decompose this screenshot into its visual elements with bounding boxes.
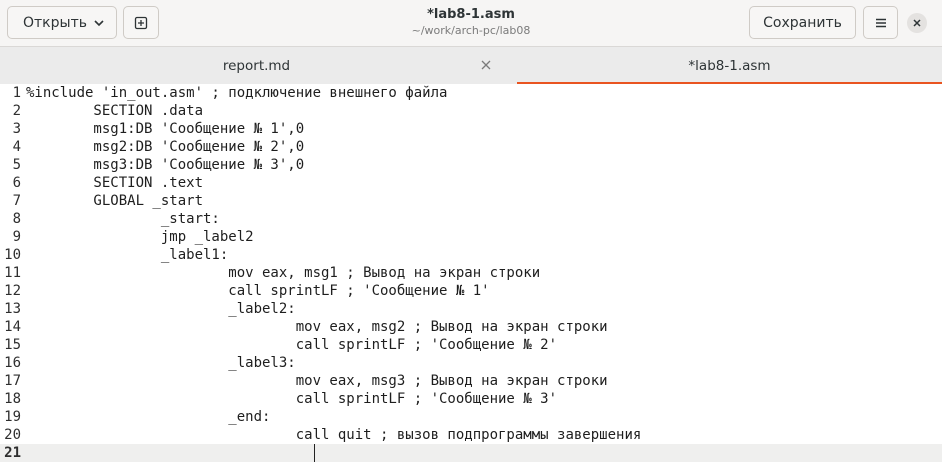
- line-number: 2: [12, 103, 21, 119]
- code-line: 13 _label2:: [0, 300, 942, 318]
- line-text: call sprintLF ; 'Сообщение № 2': [26, 337, 558, 353]
- line-number: 10: [4, 247, 21, 263]
- header-bar: Открыть *lab8-1.asm ~/work/arch-pc/lab08…: [0, 0, 942, 46]
- code-line: 9 jmp _label2: [0, 228, 942, 246]
- code-editor[interactable]: 1 %include 'in_out.asm' ; подключение вне…: [0, 84, 942, 468]
- line-number: 5: [12, 157, 21, 173]
- hamburger-menu-icon: [875, 18, 886, 27]
- line-text: SECTION .text: [26, 175, 204, 191]
- save-button[interactable]: Сохранить: [749, 6, 856, 39]
- line-number: 12: [4, 283, 21, 299]
- line-text: _label1:: [26, 247, 229, 263]
- line-text: _start:: [26, 211, 220, 227]
- code-line: 17 mov eax, msg3 ; Вывод на экран строки: [0, 372, 942, 390]
- code-line: 2 SECTION .data: [0, 102, 942, 120]
- tab-report-md[interactable]: report.md: [0, 47, 513, 84]
- line-number: 16: [4, 355, 21, 371]
- line-text: call sprintLF ; 'Сообщение № 1': [26, 283, 490, 299]
- line-number: 1: [12, 85, 21, 101]
- code-line: 7 GLOBAL _start: [0, 192, 942, 210]
- line-text: msg2:DB 'Сообщение № 2',0: [26, 139, 305, 155]
- code-line: 15 call sprintLF ; 'Сообщение № 2': [0, 336, 942, 354]
- line-number: 9: [12, 229, 21, 245]
- line-text: msg1:DB 'Сообщение № 1',0: [26, 121, 305, 137]
- tab-bar: report.md *lab8-1.asm: [0, 46, 942, 85]
- code-line: 20 call quit ; вызов подпрограммы заверш…: [0, 426, 942, 444]
- line-text: jmp _label2: [26, 229, 254, 245]
- code-line: 5 msg3:DB 'Сообщение № 3',0: [0, 156, 942, 174]
- tab-label: report.md: [222, 57, 291, 74]
- line-text: _label3:: [26, 355, 296, 371]
- line-text: mov eax, msg1 ; Вывод на экран строки: [26, 265, 541, 281]
- line-number: 17: [4, 373, 21, 389]
- line-number: 6: [12, 175, 21, 191]
- code-line: 10 _label1:: [0, 246, 942, 264]
- code-line: 14 mov eax, msg2 ; Вывод на экран строки: [0, 318, 942, 336]
- code-line: 18 call sprintLF ; 'Сообщение № 3': [0, 390, 942, 408]
- text-cursor: [314, 444, 315, 462]
- line-text: SECTION .data: [26, 103, 204, 119]
- tab-lab8-1-asm[interactable]: *lab8-1.asm: [517, 47, 942, 84]
- line-text: call quit ; вызов подпрограммы завершени…: [26, 427, 642, 443]
- menu-button[interactable]: [863, 6, 898, 39]
- line-number: 13: [4, 301, 21, 317]
- line-text: GLOBAL _start: [26, 193, 204, 209]
- line-number: 3: [12, 121, 21, 137]
- line-number: 20: [4, 427, 21, 443]
- code-line: 8 _start:: [0, 210, 942, 228]
- line-number: 8: [12, 211, 21, 227]
- close-icon: [913, 19, 921, 27]
- line-number: 4: [12, 139, 21, 155]
- line-text: mov eax, msg3 ; Вывод на экран строки: [26, 373, 608, 389]
- save-button-label: Сохранить: [763, 14, 842, 31]
- current-code-line: 21: [0, 444, 942, 462]
- line-text: mov eax, msg2 ; Вывод на экран строки: [26, 319, 608, 335]
- line-text: _end:: [26, 409, 271, 425]
- code-line: 6 SECTION .text: [0, 174, 942, 192]
- line-number: 7: [12, 193, 21, 209]
- line-text: msg3:DB 'Сообщение № 3',0: [26, 157, 305, 173]
- code-line: 3 msg1:DB 'Сообщение № 1',0: [0, 120, 942, 138]
- line-number: 14: [4, 319, 21, 335]
- code-line: 12 call sprintLF ; 'Сообщение № 1': [0, 282, 942, 300]
- line-number: 15: [4, 337, 21, 353]
- line-text: %include 'in_out.asm' ; подключение внеш…: [26, 85, 448, 101]
- line-number: 21: [4, 445, 21, 461]
- close-window-button[interactable]: [907, 13, 927, 33]
- code-line: 16 _label3:: [0, 354, 942, 372]
- tab-label: *lab8-1.asm: [688, 57, 771, 74]
- code-line: 1 %include 'in_out.asm' ; подключение вне…: [0, 84, 942, 102]
- line-number: 18: [4, 391, 21, 407]
- line-text: call sprintLF ; 'Сообщение № 3': [26, 391, 558, 407]
- code-line: 4 msg2:DB 'Сообщение № 2',0: [0, 138, 942, 156]
- line-text: _label2:: [26, 301, 296, 317]
- close-icon[interactable]: [480, 59, 492, 71]
- code-line: 11 mov eax, msg1 ; Вывод на экран строки: [0, 264, 942, 282]
- code-line: 19 _end:: [0, 408, 942, 426]
- line-number: 11: [4, 265, 21, 281]
- line-number: 19: [4, 409, 21, 425]
